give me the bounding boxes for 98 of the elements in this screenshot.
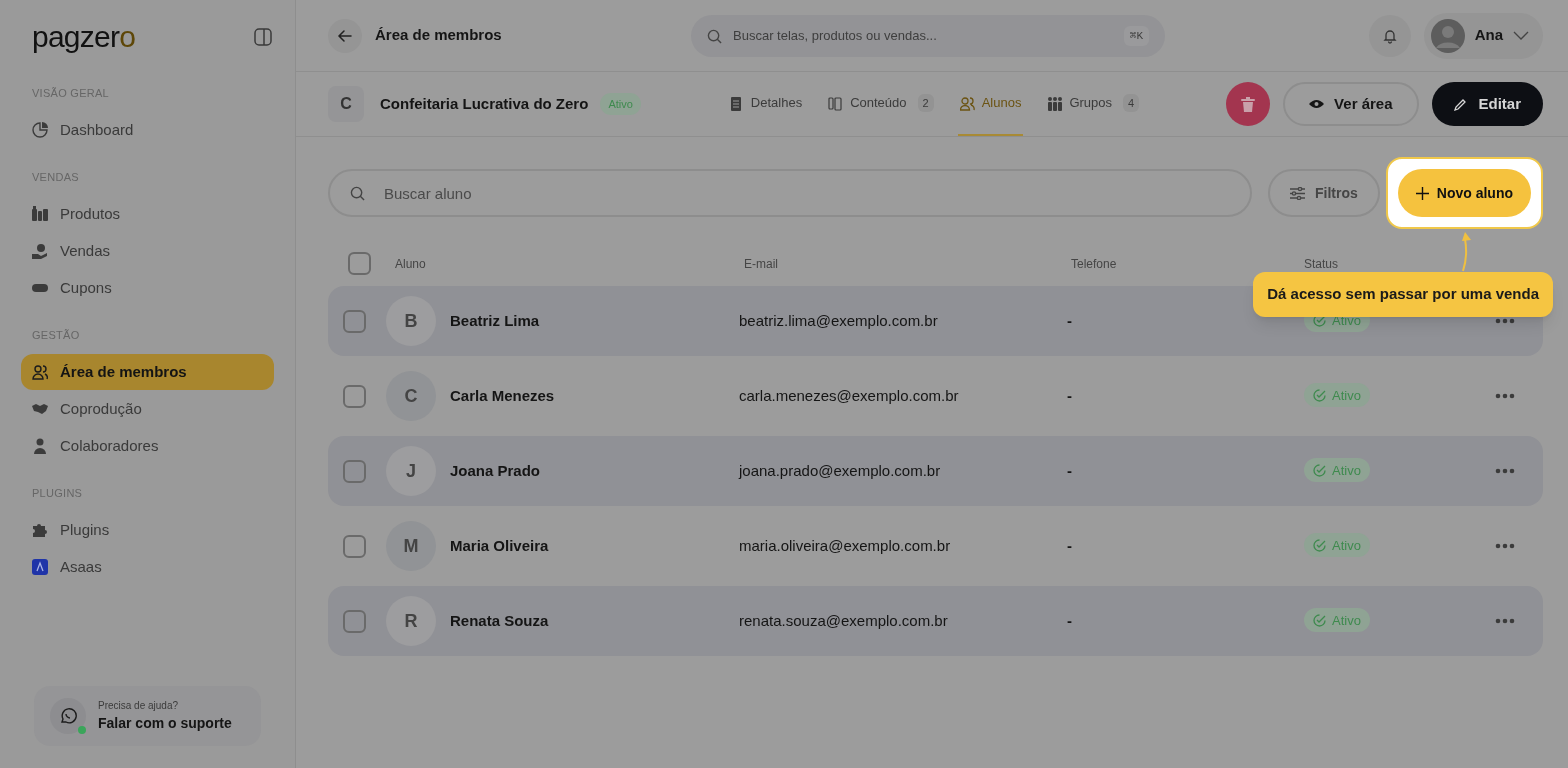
student-search-field[interactable]: Buscar aluno bbox=[328, 169, 1252, 217]
student-name: Beatriz Lima bbox=[450, 310, 540, 331]
initial-avatar: J bbox=[386, 446, 436, 496]
support-card[interactable]: Precisa de ajuda? Falar com o suporte bbox=[34, 686, 261, 746]
nav-item[interactable]: Vendas bbox=[21, 233, 274, 269]
checkbox[interactable] bbox=[343, 309, 366, 333]
bell-icon bbox=[1381, 27, 1398, 44]
pie-chart-icon bbox=[32, 122, 48, 138]
person-icon bbox=[32, 438, 48, 454]
phone-text: - bbox=[1067, 387, 1072, 404]
more-options-icon[interactable] bbox=[1495, 541, 1517, 551]
column-header: Aluno bbox=[395, 257, 426, 271]
nav-item[interactable]: Asaas bbox=[21, 549, 274, 585]
app-logo-icon bbox=[32, 559, 48, 575]
users-icon bbox=[959, 95, 975, 111]
check-circle-icon bbox=[1313, 388, 1326, 402]
checkbox[interactable] bbox=[343, 459, 366, 483]
eye-icon bbox=[1309, 99, 1325, 109]
checkbox[interactable] bbox=[343, 384, 366, 408]
phone-text: - bbox=[1067, 312, 1072, 329]
nav-item[interactable]: Coprodução bbox=[21, 391, 274, 427]
logo: pagzero bbox=[32, 22, 136, 52]
coin-hand-icon bbox=[32, 243, 48, 259]
initial-avatar: B bbox=[386, 296, 436, 346]
nav-item[interactable]: Produtos bbox=[21, 196, 274, 232]
phone-text: - bbox=[1067, 612, 1072, 629]
more-options-icon[interactable] bbox=[1495, 391, 1517, 401]
tab-count: 2 bbox=[917, 93, 934, 113]
student-name: Renata Souza bbox=[450, 610, 549, 631]
status-badge: Ativo bbox=[1304, 458, 1370, 483]
users-icon bbox=[32, 364, 48, 380]
check-circle-icon bbox=[1313, 613, 1326, 627]
status-badge: Ativo bbox=[1304, 608, 1370, 633]
nav-item[interactable]: Plugins bbox=[21, 512, 274, 548]
initial-avatar: M bbox=[386, 521, 436, 571]
email-text: carla.menezes@exemplo.com.br bbox=[739, 387, 959, 404]
page-title: Área de membros bbox=[375, 25, 503, 46]
tab[interactable]: Conteúdo 2 bbox=[826, 72, 936, 136]
filters-button[interactable]: Filtros bbox=[1268, 169, 1380, 217]
email-text: maria.oliveira@exemplo.com.br bbox=[739, 537, 951, 554]
handshake-icon bbox=[32, 401, 48, 417]
phone-text: - bbox=[1067, 462, 1072, 479]
status-badge: Ativo bbox=[1304, 383, 1370, 408]
tab[interactable]: Alunos bbox=[957, 72, 1024, 136]
column-header: E-mail bbox=[744, 257, 778, 271]
trash-icon bbox=[1241, 96, 1256, 112]
more-options-icon[interactable] bbox=[1495, 316, 1517, 326]
search-icon bbox=[707, 28, 722, 44]
check-circle-icon bbox=[1313, 463, 1326, 477]
student-name: Joana Prado bbox=[450, 460, 541, 481]
student-name: Carla Menezes bbox=[450, 385, 555, 406]
new-student-button[interactable]: Novo aluno bbox=[1397, 169, 1531, 217]
delete-button[interactable] bbox=[1226, 82, 1271, 126]
avatar-icon bbox=[1430, 18, 1465, 53]
status-badge: Ativo bbox=[600, 92, 641, 116]
column-header: Status bbox=[1304, 257, 1339, 271]
column-header: Telefone bbox=[1071, 257, 1117, 271]
pencil-icon bbox=[1453, 97, 1467, 111]
view-area-button[interactable]: Ver área bbox=[1283, 82, 1419, 126]
plus-icon bbox=[1415, 186, 1429, 200]
nav-item[interactable]: Colaboradores bbox=[21, 428, 274, 464]
student-name: Maria Oliveira bbox=[450, 535, 549, 556]
nav-item[interactable]: Área de membros bbox=[21, 354, 274, 390]
chat-bubble-icon bbox=[59, 707, 77, 725]
check-circle-icon bbox=[1313, 538, 1326, 552]
email-text: beatriz.lima@exemplo.com.br bbox=[739, 312, 938, 329]
more-options-icon[interactable] bbox=[1495, 466, 1517, 476]
chevron-down-icon bbox=[1513, 30, 1529, 41]
checkbox[interactable] bbox=[343, 534, 366, 558]
initial-avatar: R bbox=[386, 596, 436, 646]
back-arrow-icon bbox=[337, 27, 353, 44]
puzzle-icon bbox=[32, 522, 48, 538]
nav-item[interactable]: Dashboard bbox=[21, 112, 274, 148]
edit-button[interactable]: Editar bbox=[1431, 82, 1543, 126]
clipboard-icon bbox=[728, 95, 744, 111]
search-icon bbox=[350, 186, 365, 201]
tour-tooltip: Dá acesso sem passar por uma venda bbox=[1253, 272, 1553, 317]
email-text: renata.souza@exemplo.com.br bbox=[739, 612, 948, 629]
tab[interactable]: Grupos 4 bbox=[1045, 72, 1142, 136]
more-options-icon[interactable] bbox=[1495, 616, 1517, 626]
checkbox[interactable] bbox=[348, 251, 371, 275]
phone-text: - bbox=[1067, 537, 1072, 554]
product-avatar: C bbox=[328, 86, 364, 122]
user-menu[interactable]: Ana bbox=[1423, 12, 1543, 59]
back-button[interactable] bbox=[328, 18, 362, 53]
tab[interactable]: Detalhes bbox=[726, 72, 805, 136]
product-name: Confeitaria Lucrativa do Zero bbox=[380, 93, 589, 114]
sliders-icon bbox=[1290, 186, 1305, 200]
tab-count: 4 bbox=[1123, 93, 1140, 113]
checkbox[interactable] bbox=[343, 609, 366, 633]
email-text: joana.prado@exemplo.com.br bbox=[739, 462, 941, 479]
group-icon bbox=[1047, 95, 1063, 111]
boxes-icon bbox=[32, 206, 48, 222]
nav-item[interactable]: Cupons bbox=[21, 270, 274, 306]
sidebar-toggle-icon[interactable] bbox=[254, 28, 272, 46]
initial-avatar: C bbox=[386, 371, 436, 421]
columns-icon bbox=[828, 95, 844, 111]
status-badge: Ativo bbox=[1304, 533, 1370, 558]
